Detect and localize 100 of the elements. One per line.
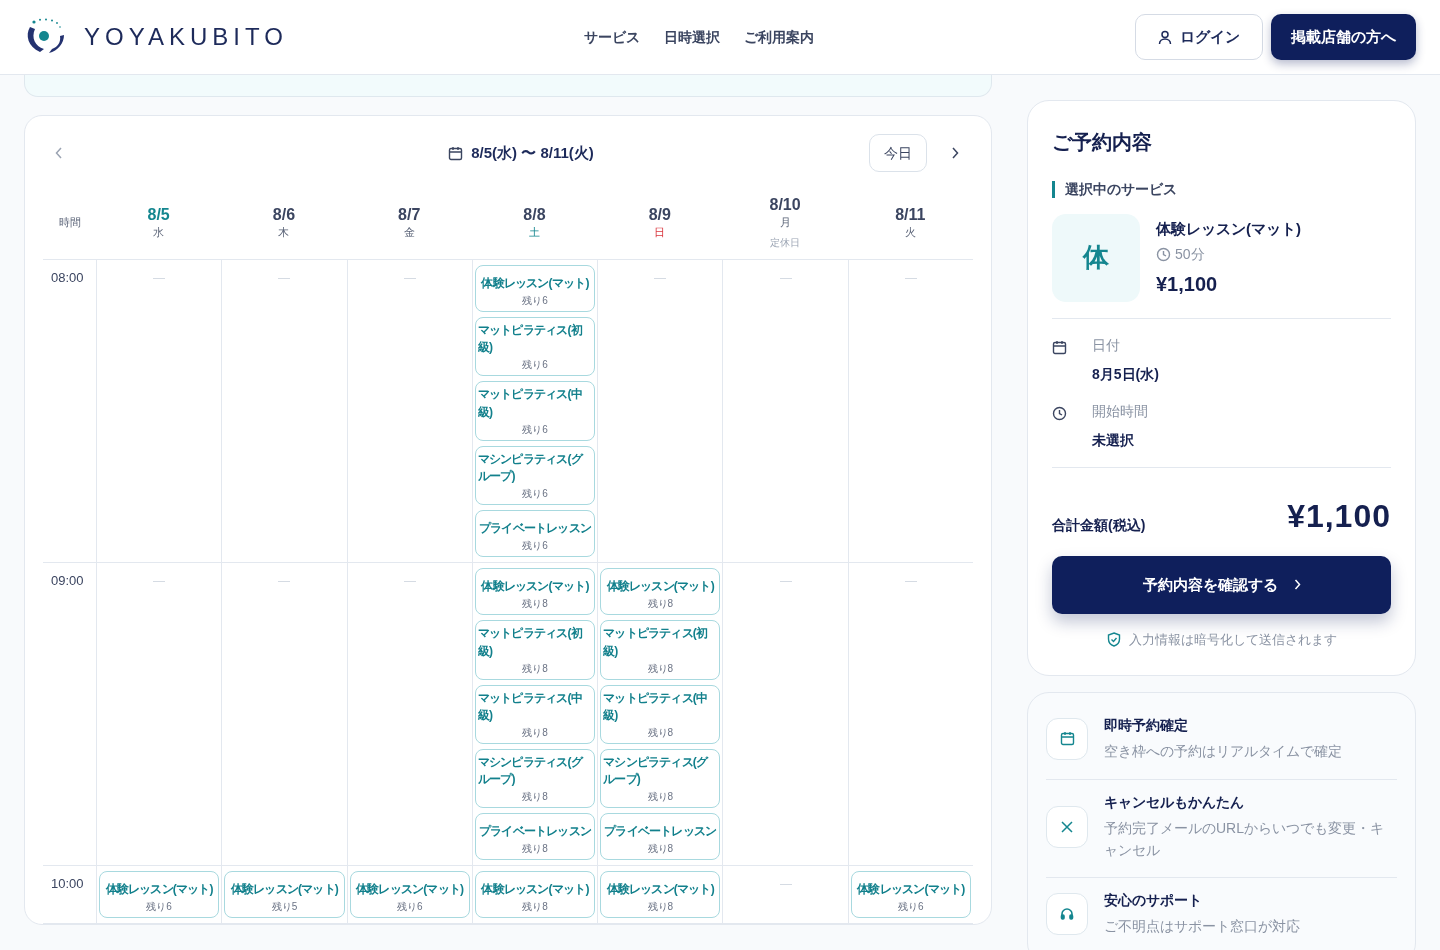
slot-remaining: 残り8 (521, 790, 549, 805)
chevron-right-icon[interactable] (951, 147, 959, 159)
slot-remaining: 残り8 (521, 661, 549, 676)
closed-day-note: 定休日 (770, 235, 801, 250)
feature-title: キャンセルもかんたん (1104, 792, 1245, 812)
empty-slot-dash (779, 581, 792, 583)
slot-remaining: 残り8 (521, 597, 549, 612)
feature-title: 安心のサポート (1104, 891, 1203, 911)
service-initial: 体 (1052, 213, 1140, 302)
headset-icon (1060, 907, 1074, 922)
detail-value: 8月5日(水) (1092, 364, 1159, 384)
day-date[interactable]: 8/6 (272, 204, 296, 224)
slot-card[interactable]: マットピラティス(中級) 残り8 (600, 684, 721, 744)
slot-remaining: 残り6 (521, 487, 549, 502)
slot-name: プライベートレッスン (479, 520, 591, 538)
weekday-label: 水 (153, 224, 165, 240)
summary-title: ご予約内容 (1052, 130, 1153, 155)
user-icon (1158, 29, 1172, 45)
day-date[interactable]: 8/8 (523, 204, 546, 224)
empty-slot-dash (654, 278, 667, 279)
empty-slot-dash (278, 581, 291, 583)
slot-card[interactable]: マットピラティス(初級) 残り6 (474, 317, 596, 377)
clock-icon (1156, 247, 1171, 263)
slot-remaining: 残り8 (646, 597, 675, 612)
confirm-button[interactable]: 予約内容を確認する (1052, 555, 1391, 614)
day-date[interactable]: 8/10 (769, 195, 801, 215)
slot-name: 体験レッスン(マット) (481, 275, 589, 292)
empty-slot-dash (403, 581, 416, 583)
slot-card[interactable]: 体験レッスン(マット) 残り6 (99, 871, 220, 919)
slot-remaining: 残り6 (521, 294, 549, 308)
slot-card[interactable]: マットピラティス(初級) 残り8 (600, 620, 721, 680)
slot-card[interactable]: 体験レッスン(マット) 残り8 (600, 568, 721, 616)
slot-remaining: 残り6 (521, 358, 549, 373)
slot-card[interactable]: 体験レッスン(マット) 残り6 (850, 871, 971, 919)
slot-card[interactable]: 体験レッスン(マット) 残り8 (474, 568, 596, 616)
slot-card[interactable]: マシンピラティス(グループ) 残り6 (474, 445, 596, 506)
slot-card[interactable]: マットピラティス(中級) 残り8 (474, 684, 596, 744)
slot-remaining: 残り8 (646, 900, 675, 915)
slot-card[interactable]: 体験レッスン(マット) 残り6 (474, 265, 596, 312)
slot-remaining: 残り8 (646, 725, 675, 740)
feature-text: ご不明点はサポート窓口が対応 (1104, 917, 1300, 937)
slot-name: マシンピラティス(グループ) (477, 450, 584, 486)
logo-text: YOYAKUBITO (84, 22, 288, 52)
time-heading: 時間 (59, 215, 81, 231)
total-price: ¥1,100 (1287, 496, 1391, 536)
slot-card[interactable]: プライベートレッスン 残り8 (474, 813, 596, 861)
empty-slot-dash (153, 581, 166, 583)
slot-remaining: 残り6 (521, 539, 549, 554)
nav-link[interactable]: ご利用案内 (744, 26, 814, 48)
shield-check-icon (1106, 632, 1121, 648)
close-icon (1061, 820, 1073, 833)
slot-name: マットピラティス(中級) (477, 386, 583, 421)
calendar-icon (1052, 340, 1067, 356)
empty-slot-dash (779, 278, 792, 279)
day-date[interactable]: 8/5 (147, 204, 170, 224)
detail-label: 開始時間 (1092, 401, 1148, 421)
slot-name: 体験レッスン(マット) (857, 881, 965, 899)
slot-card[interactable]: プライベートレッスン 残り8 (600, 813, 721, 861)
slot-card[interactable]: 体験レッスン(マット) 残り6 (349, 871, 470, 919)
secure-note: 入力情報は暗号化して送信されます (1128, 630, 1337, 649)
empty-slot-dash (904, 278, 917, 279)
slot-card[interactable]: マットピラティス(中級) 残り6 (474, 381, 596, 441)
today-button[interactable]: 今日 (869, 134, 927, 172)
detail-value: 未選択 (1092, 430, 1135, 450)
slot-name: マットピラティス(中級) (477, 689, 583, 724)
slot-name: 体験レッスン(マット) (230, 881, 338, 899)
slot-card[interactable]: 体験レッスン(マット) 残り8 (474, 871, 596, 919)
day-date[interactable]: 8/11 (895, 204, 926, 224)
time-label: 10:00 (51, 876, 84, 892)
day-date[interactable]: 8/9 (648, 204, 671, 224)
date-range: 8/5(水) 〜 8/11(火) (471, 142, 594, 163)
slot-card[interactable]: マットピラティス(初級) 残り8 (474, 620, 596, 680)
slot-card[interactable]: マシンピラティス(グループ) 残り8 (600, 748, 721, 809)
time-label: 08:00 (51, 270, 84, 285)
total-label: 合計金額(税込) (1052, 515, 1146, 535)
slot-remaining: 残り8 (646, 661, 675, 676)
merchant-button[interactable]: 掲載店舗の方へ (1271, 14, 1416, 60)
weekday-label: 木 (278, 224, 290, 240)
slot-card[interactable]: マシンピラティス(グループ) 残り8 (474, 748, 596, 809)
slot-name: マットピラティス(初級) (477, 625, 583, 660)
nav-link[interactable]: 日時選択 (664, 26, 720, 48)
slot-remaining: 残り8 (646, 842, 675, 857)
slot-card[interactable]: 体験レッスン(マット) 残り5 (224, 871, 345, 919)
clock-icon (1052, 406, 1067, 422)
slot-remaining: 残り6 (897, 900, 925, 915)
slot-card[interactable]: 体験レッスン(マット) 残り8 (600, 871, 721, 919)
nav-link[interactable]: サービス (584, 26, 640, 48)
slot-name: マットピラティス(初級) (477, 322, 583, 357)
slot-remaining: 残り5 (270, 900, 299, 915)
empty-slot-dash (153, 278, 166, 279)
section-label: 選択中のサービス (1052, 181, 1391, 198)
feature-text: 予約完了メールのURLからいつでも変更・キャンセル (1104, 818, 1385, 861)
slot-card[interactable]: プライベートレッスン 残り6 (474, 510, 596, 558)
slot-name: 体験レッスン(マット) (481, 881, 589, 899)
day-date[interactable]: 8/7 (398, 204, 421, 224)
slot-name: 体験レッスン(マット) (606, 578, 714, 596)
slot-remaining: 残り6 (521, 422, 549, 437)
login-button[interactable]: ログイン (1135, 14, 1263, 60)
slot-name: マットピラティス(中級) (603, 689, 709, 724)
time-label: 09:00 (51, 573, 84, 589)
